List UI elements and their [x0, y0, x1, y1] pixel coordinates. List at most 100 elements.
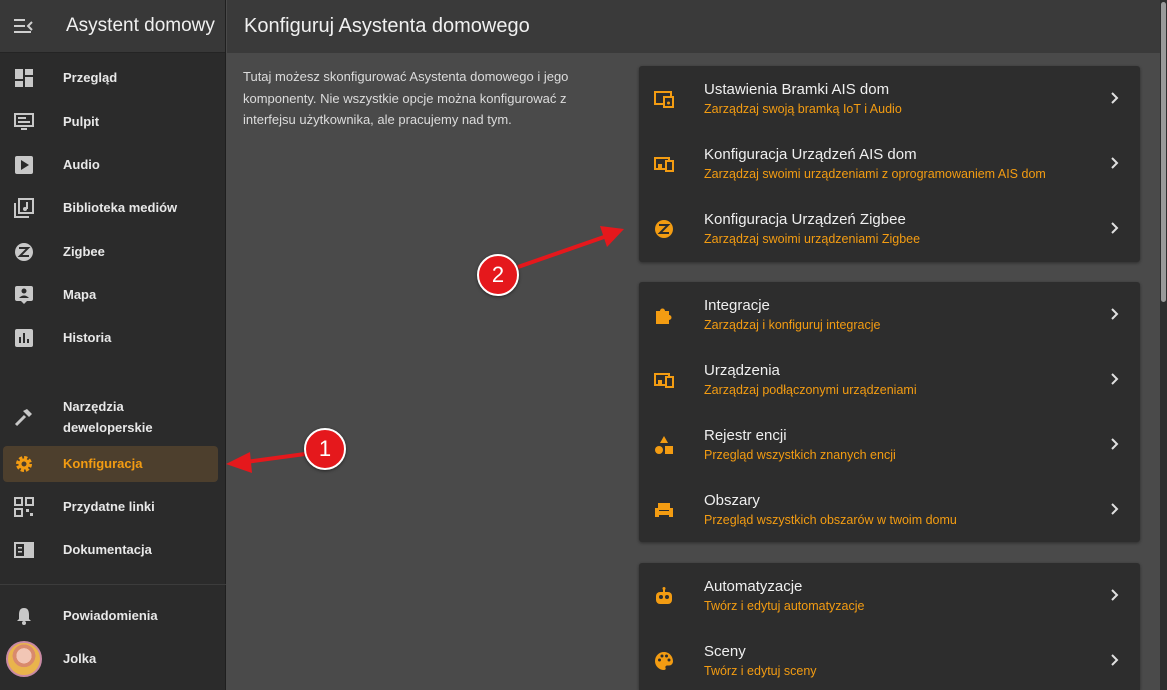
devices-icon [654, 373, 674, 388]
sidebar-item-linki[interactable]: Przydatne linki [0, 496, 226, 517]
row-title: Rejestr encji [704, 427, 787, 444]
arrow-2-head [600, 226, 624, 247]
row-subtitle: Przegląd wszystkich obszarów w twoim dom… [704, 513, 957, 527]
card-ais: Ustawienia Bramki AIS dom Zarządzaj swoj… [639, 66, 1140, 262]
arrow-2-line [517, 235, 605, 269]
row-title: Obszary [704, 492, 760, 509]
arrow-1-line [245, 452, 306, 464]
config-row-automatyzacje[interactable]: Automatyzacje Twórz i edytuj automatyzac… [639, 563, 1140, 628]
config-row-sceny[interactable]: Sceny Twórz i edytuj sceny [639, 628, 1140, 690]
sidebar-item-label: Narzędzia [63, 399, 124, 414]
sidebar-item-label: Zigbee [63, 244, 105, 259]
sidebar-item-label: Biblioteka mediów [63, 200, 178, 215]
sidebar-item-powiadomienia[interactable]: Powiadomienia [0, 605, 226, 626]
config-row-rejestr-encji[interactable]: Rejestr encji Przegląd wszystkich znanyc… [639, 412, 1140, 477]
sidebar-item-historia[interactable]: Historia [0, 327, 226, 348]
chevron-right-icon [1111, 222, 1119, 234]
sidebar-header: Asystent domowy [0, 0, 225, 53]
book-icon [14, 541, 34, 558]
chevron-right-icon [1111, 373, 1119, 385]
sidebar-item-label-line2: deweloperskie [63, 420, 153, 435]
row-title: Sceny [704, 643, 746, 660]
sidebar-item-label: Konfiguracja [63, 456, 143, 471]
sidebar-item-audio[interactable]: Audio [0, 154, 226, 175]
chevron-right-icon [1111, 308, 1119, 320]
config-row-obszary[interactable]: Obszary Przegląd wszystkich obszarów w t… [639, 477, 1140, 542]
row-title: Automatyzacje [704, 578, 803, 595]
gear-icon [16, 456, 32, 472]
zigbee-icon [15, 242, 33, 261]
sidebar: Asystent domowy Przegląd Pulpit Audio Bi… [0, 0, 226, 690]
music-library-icon [14, 197, 34, 218]
monitor-icon [14, 112, 34, 130]
sidebar-item-pulpit[interactable]: Pulpit [0, 111, 226, 132]
chevron-right-icon [1111, 589, 1119, 601]
config-row-zigbee[interactable]: Konfiguracja Urządzeń Zigbee Zarządzaj s… [639, 196, 1140, 261]
config-row-integracje[interactable]: Integracje Zarządzaj i konfiguruj integr… [639, 282, 1140, 347]
row-subtitle: Przegląd wszystkich znanych encji [704, 448, 896, 462]
avatar [6, 641, 42, 677]
chevron-right-icon [1111, 92, 1119, 104]
row-title: Urządzenia [704, 362, 780, 379]
sidebar-item-mapa[interactable]: Mapa [0, 284, 226, 305]
page-title: Konfiguruj Asystenta domowego [244, 15, 530, 37]
row-subtitle: Zarządzaj i konfiguruj integracje [704, 318, 881, 332]
sidebar-item-label: Mapa [63, 287, 97, 302]
dashboard-icon [15, 68, 33, 87]
sidebar-item-przeglad[interactable]: Przegląd [0, 67, 226, 88]
zigbee-icon [655, 220, 673, 238]
config-row-urzadzenia[interactable]: Urządzenia Zarządzaj podłączonymi urządz… [639, 347, 1140, 412]
menu-collapse-icon [14, 19, 33, 33]
sidebar-item-biblioteka[interactable]: Biblioteka mediów [0, 197, 226, 218]
chevron-right-icon [1111, 654, 1119, 666]
hammer-icon [14, 409, 32, 427]
sidebar-item-user[interactable]: Jolka [0, 640, 226, 678]
row-title: Konfiguracja Urządzeń Zigbee [704, 211, 906, 228]
row-subtitle: Zarządzaj swoimi urządzeniami z oprogram… [704, 167, 1046, 181]
card-integrations: Integracje Zarządzaj i konfiguruj integr… [639, 282, 1140, 542]
sidebar-item-label: Jolka [63, 651, 97, 666]
map-person-icon [15, 285, 33, 304]
chevron-right-icon [1111, 157, 1119, 169]
sidebar-item-zigbee[interactable]: Zigbee [0, 241, 226, 262]
sidebar-item-label: Przegląd [63, 70, 118, 85]
sidebar-item-label: Historia [63, 330, 112, 345]
config-row-urzadzenia-ais[interactable]: Konfiguracja Urządzeń AIS dom Zarządzaj … [639, 131, 1140, 196]
row-subtitle: Twórz i edytuj automatyzacje [704, 599, 865, 613]
sidebar-item-label: Audio [63, 157, 100, 172]
intro-text: Tutaj możesz skonfigurować Asystenta dom… [243, 69, 569, 127]
scrollbar[interactable] [1160, 0, 1167, 690]
palette-icon [655, 652, 673, 670]
sidebar-item-narzedzia[interactable]: Narzędzia deweloperskie [0, 396, 226, 438]
arrow-1-head [226, 452, 252, 473]
row-title: Konfiguracja Urządzeń AIS dom [704, 146, 917, 163]
sidebar-item-dokumentacja[interactable]: Dokumentacja [0, 539, 226, 560]
chevron-right-icon [1111, 503, 1119, 515]
config-row-bramka[interactable]: Ustawienia Bramki AIS dom Zarządzaj swoj… [639, 66, 1140, 131]
chevron-right-icon [1111, 438, 1119, 450]
row-subtitle: Twórz i edytuj sceny [704, 664, 817, 678]
row-title: Integracje [704, 297, 770, 314]
annotation-badge-1: 1 [304, 428, 346, 470]
card-automations: Automatyzacje Twórz i edytuj automatyzac… [639, 563, 1140, 690]
sidebar-item-label: Dokumentacja [63, 542, 152, 557]
bell-icon [17, 607, 31, 625]
sidebar-item-label: Powiadomienia [63, 608, 158, 623]
sofa-icon [655, 503, 673, 517]
row-subtitle: Zarządzaj podłączonymi urządzeniami [704, 383, 917, 397]
app-toolbar: Konfiguruj Asystenta domowego [227, 0, 1160, 53]
robot-icon [656, 587, 672, 604]
sidebar-item-label: Pulpit [63, 114, 100, 129]
sidebar-title: Asystent domowy [66, 15, 215, 36]
puzzle-icon [656, 308, 672, 324]
sidebar-item-label: Przydatne linki [63, 499, 155, 514]
sidebar-item-konfiguracja[interactable]: Konfiguracja [3, 446, 218, 482]
gateway-icon [654, 91, 674, 108]
play-icon [15, 155, 33, 174]
annotation-badge-2: 2 [477, 254, 519, 296]
menu-toggle-button[interactable] [0, 0, 48, 53]
row-title: Ustawienia Bramki AIS dom [704, 81, 890, 98]
scrollbar-thumb[interactable] [1161, 2, 1166, 302]
devices-icon [654, 157, 674, 172]
shapes-icon [655, 436, 673, 454]
